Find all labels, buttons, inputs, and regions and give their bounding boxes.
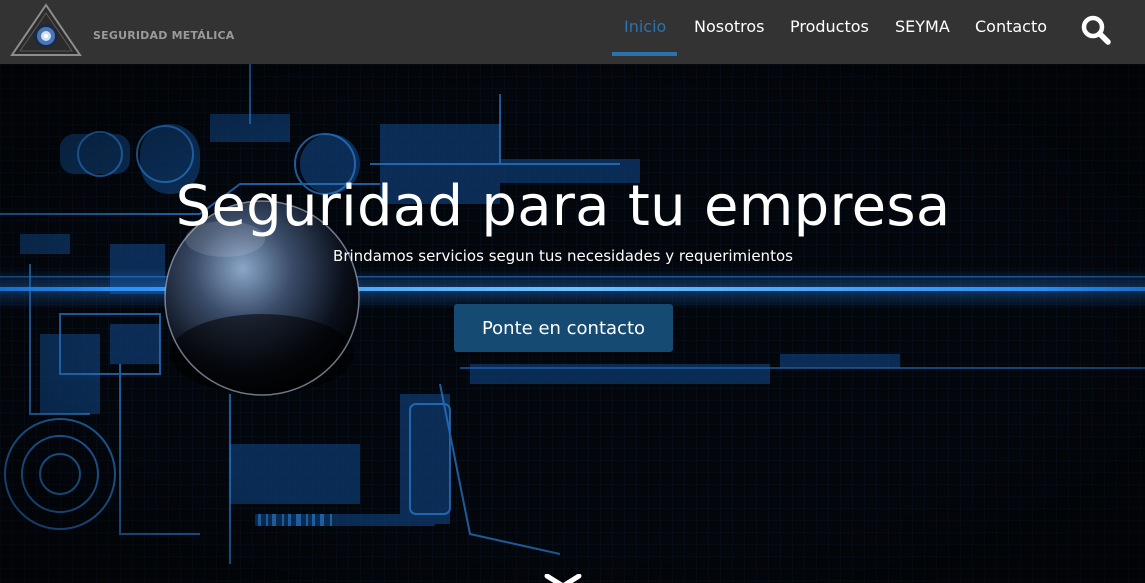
contact-cta-button[interactable]: Ponte en contacto — [454, 304, 673, 352]
hero-section: Seguridad para tu empresa Brindamos serv… — [0, 64, 1145, 583]
nav-item-inicio[interactable]: Inicio — [624, 17, 666, 36]
search-button[interactable] — [1079, 13, 1113, 47]
scroll-down-button[interactable] — [543, 573, 583, 583]
nav-item-contacto[interactable]: Contacto — [975, 17, 1047, 36]
brand-logo[interactable]: SEGURIDAD METÁLICA — [10, 3, 234, 57]
hero-title: Seguridad para tu empresa — [175, 174, 951, 239]
active-nav-indicator — [612, 52, 677, 56]
nav-item-seyma[interactable]: SEYMA — [895, 17, 950, 36]
navbar: SEGURIDAD METÁLICA Inicio Nosotros Produ… — [0, 0, 1145, 64]
chevron-down-icon — [544, 573, 582, 583]
triangle-eye-logo-icon — [10, 3, 82, 56]
hero-subtitle: Brindamos servicios segun tus necesidade… — [333, 247, 793, 265]
nav-item-nosotros[interactable]: Nosotros — [694, 17, 765, 36]
brand-name: SEGURIDAD METÁLICA — [93, 29, 235, 42]
search-icon — [1081, 15, 1111, 45]
nav-item-productos[interactable]: Productos — [790, 17, 869, 36]
